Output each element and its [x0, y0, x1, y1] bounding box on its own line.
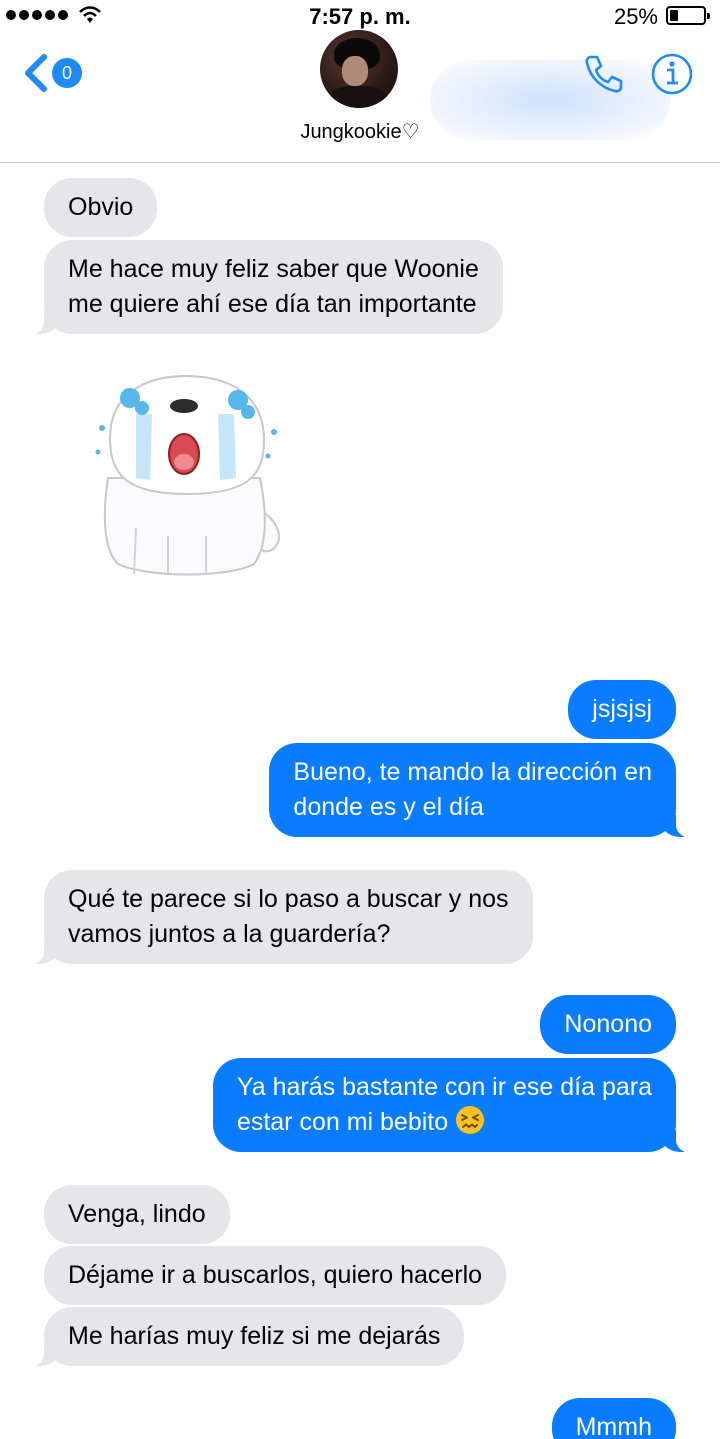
message-text: Nonono [564, 1010, 652, 1038]
message-text: Obvio [68, 193, 134, 221]
message-bubble-outgoing[interactable]: Nonono [540, 995, 676, 1054]
message-bubble-incoming[interactable]: Qué te parece si lo paso a buscar y nos … [30, 870, 533, 964]
status-bar: 7:57 p. m. 25% [0, 0, 720, 32]
message-text: Déjame ir a buscarlos, quiero hacerlo [68, 1261, 483, 1289]
message-text: Me harías muy feliz si me dejarás [68, 1322, 441, 1350]
battery-percentage: 25% [613, 4, 658, 29]
battery-icon [666, 6, 710, 25]
message-bubble-outgoing[interactable]: Ya harás bastante con ir ese día para es… [212, 1058, 691, 1152]
message-text: Qué te parece si lo paso a buscar y nos [68, 885, 509, 913]
contact-name[interactable]: Jungkookie♡ [0, 119, 720, 144]
message-text: Me hace muy feliz saber que Woonie [68, 255, 479, 283]
message-text: vamos juntos a la guardería? [68, 920, 391, 948]
message-bubble-incoming[interactable]: Obvio [44, 178, 158, 237]
message-bubble-outgoing[interactable]: Mmmh [551, 1398, 676, 1439]
message-bubble-outgoing[interactable]: jsjsjsj [568, 680, 676, 739]
unread-count-badge: 0 [52, 58, 82, 88]
message-bubble-incoming[interactable]: Me hace muy feliz saber que Woonie me qu… [30, 240, 503, 334]
message-bubble-outgoing[interactable]: Bueno, te mando la dirección en donde es… [269, 743, 690, 837]
message-text: me quiere ahí ese día tan importante [68, 290, 477, 318]
confounded-face-emoji-icon [456, 1106, 485, 1134]
status-time: 7:57 p. m. [309, 4, 411, 29]
call-button[interactable] [582, 52, 626, 96]
message-text: estar con mi bebito [236, 1108, 449, 1136]
back-chevron-icon [25, 54, 47, 92]
message-text: donde es y el día [293, 793, 484, 821]
crying-dog-sticker[interactable] [88, 368, 288, 583]
message-text: Ya harás bastante con ir ese día para [236, 1073, 652, 1101]
message-text: Mmmh [575, 1413, 652, 1439]
message-text: Venga, lindo [68, 1200, 206, 1228]
message-bubble-incoming[interactable]: Me harías muy feliz si me dejarás [29, 1307, 465, 1366]
info-button[interactable] [650, 52, 694, 96]
phone-icon [585, 55, 623, 93]
message-bubble-incoming[interactable]: Venga, lindo [44, 1185, 230, 1244]
back-button[interactable]: 0 [22, 52, 84, 94]
info-icon [651, 53, 693, 95]
contact-avatar[interactable] [320, 30, 398, 108]
message-text: jsjsjsj [592, 695, 652, 723]
message-bubble-incoming[interactable]: Déjame ir a buscarlos, quiero hacerlo [44, 1246, 507, 1305]
message-text: Bueno, te mando la dirección en [293, 758, 652, 786]
